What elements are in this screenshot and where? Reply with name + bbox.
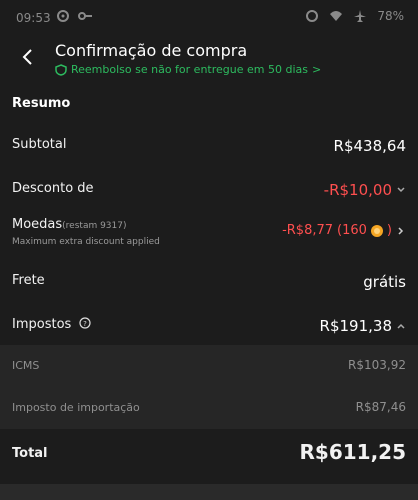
chevron-down-icon xyxy=(397,187,405,193)
page-title: Confirmação de compra xyxy=(55,41,248,60)
chevron-right-icon xyxy=(398,226,404,235)
status-bar: 09:53 78% xyxy=(0,0,418,38)
coins-title: Moedas xyxy=(12,217,63,232)
taxes-breakdown-panel: ICMS R$103,92 Imposto de importação R$87… xyxy=(0,345,418,429)
total-label: Total xyxy=(12,446,48,461)
tax-item-value: R$103,92 xyxy=(348,358,406,372)
taxes-value: R$191,38 xyxy=(320,317,406,335)
coin-icon xyxy=(370,224,383,237)
shield-icon xyxy=(55,63,67,76)
coins-value: -R$8,77 (160 ) xyxy=(282,223,406,238)
taxes-amount: R$191,38 xyxy=(319,317,392,335)
airplane-icon xyxy=(354,10,367,22)
chevron-up-icon xyxy=(397,323,405,329)
question-icon[interactable]: ? xyxy=(79,317,92,329)
status-time: 09:53 xyxy=(16,11,51,25)
battery-level: 78% xyxy=(377,9,404,23)
total-value: R$611,25 xyxy=(299,440,407,464)
tax-item-label: Imposto de importação xyxy=(12,401,140,414)
svg-text:?: ? xyxy=(84,320,88,328)
refund-arrow: > xyxy=(311,63,322,76)
discount-amount: -R$10,00 xyxy=(323,181,392,199)
tax-item-label: ICMS xyxy=(12,359,40,372)
circle-status-icon xyxy=(306,10,319,22)
discount-value: -R$10,00 xyxy=(324,181,406,199)
coins-count: (160 xyxy=(337,223,367,238)
coins-count-close: ) xyxy=(386,223,392,238)
tax-item-icms: ICMS R$103,92 xyxy=(0,345,418,387)
settings-icon xyxy=(57,10,69,22)
coins-label: Moedas(restam 9317) xyxy=(12,217,127,232)
refund-text: Reembolso se não for entregue em 50 dias xyxy=(71,63,308,76)
taxes-label: Impostos ? xyxy=(12,317,92,332)
coins-note: Maximum extra discount applied xyxy=(12,237,160,247)
header: Confirmação de compra Reembolso se não f… xyxy=(0,38,418,86)
refund-guarantee-link[interactable]: Reembolso se não for entregue em 50 dias… xyxy=(55,63,321,76)
tax-item-import: Imposto de importação R$87,46 xyxy=(0,387,418,429)
back-arrow-icon[interactable] xyxy=(20,48,36,66)
status-right-icons: 78% xyxy=(305,9,404,23)
subtotal-value: R$438,64 xyxy=(333,137,406,155)
discount-label: Desconto de xyxy=(12,181,94,196)
tax-item-value: R$87,46 xyxy=(355,400,406,414)
total-row: Total R$611,25 xyxy=(0,430,418,480)
wifi-icon xyxy=(330,11,343,21)
coins-remaining: (restam 9317) xyxy=(62,221,127,231)
bottom-bar xyxy=(0,484,418,500)
summary-title: Resumo xyxy=(12,96,71,111)
coins-amount: -R$8,77 xyxy=(282,223,334,238)
status-left-icons xyxy=(56,9,92,23)
taxes-title: Impostos xyxy=(12,317,72,332)
shipping-value: grátis xyxy=(363,273,406,291)
shipping-label: Frete xyxy=(12,273,45,288)
subtotal-label: Subtotal xyxy=(12,137,67,152)
key-icon xyxy=(78,12,92,20)
